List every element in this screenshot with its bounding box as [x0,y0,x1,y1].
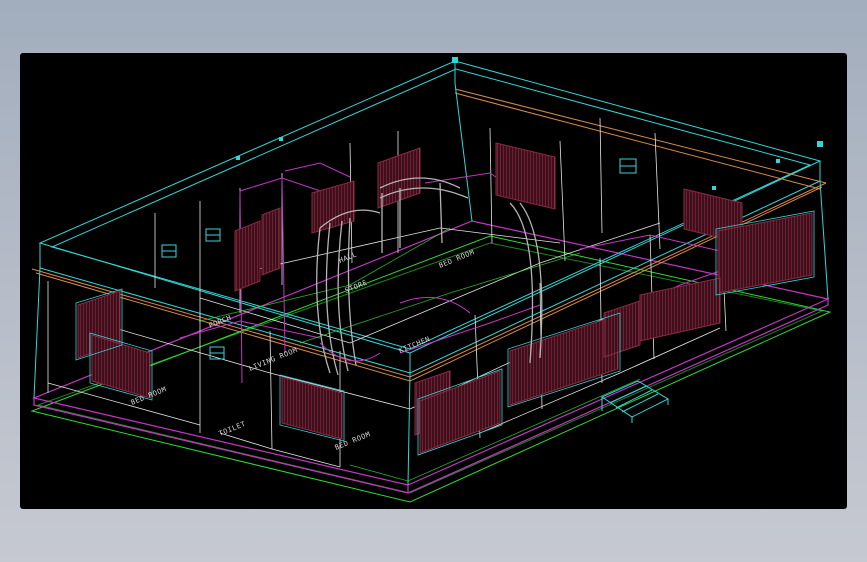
door-back-2 [261,207,281,276]
door-bed-room-1 [91,334,151,399]
label-toilet: TOILET [218,420,247,438]
doors [77,142,813,454]
door-back-1 [234,220,261,292]
window-3 [209,346,225,360]
floor-slab [32,220,830,494]
porch-steps [600,380,670,423]
label-bed-room-3: BED ROOM [438,248,476,270]
door-front-right-2 [509,314,619,406]
window-1 [161,244,177,258]
door-porch [603,300,641,358]
wireframe-3d-house-drawing[interactable]: BED ROOM BED ROOM BED ROOM LIVING ROOM K… [20,53,847,509]
window-4 [619,158,637,174]
window-2 [205,228,221,242]
door-back-5 [495,142,556,210]
door-bed-room-2 [281,376,343,440]
label-living-room: LIVING ROOM [248,346,299,373]
cad-viewport[interactable]: BED ROOM BED ROOM BED ROOM LIVING ROOM K… [20,53,847,509]
door-back-3 [311,180,355,234]
